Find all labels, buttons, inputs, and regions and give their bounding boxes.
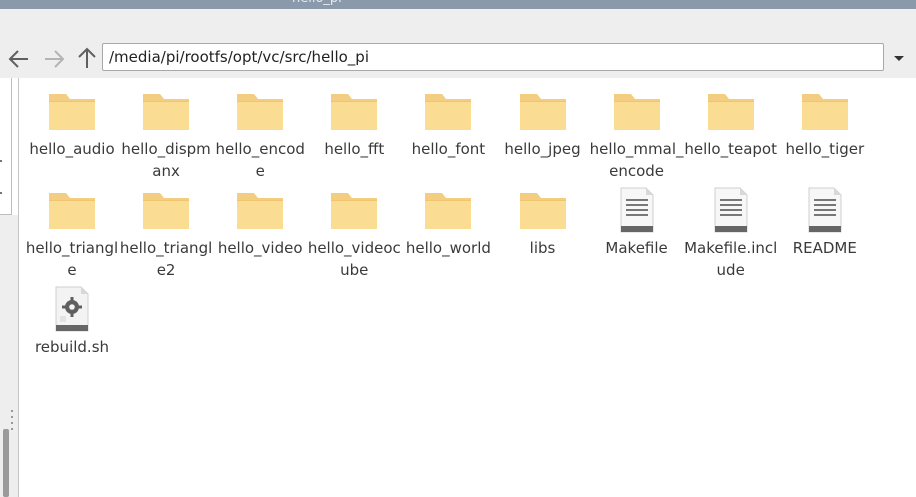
folder-item[interactable]: hello_font [401,88,495,160]
arrow-up-icon [75,46,99,70]
item-label: hello_jpeg [504,140,581,158]
folder-item[interactable]: hello_teapot [684,88,778,160]
item-label: Makefile.include [684,239,778,279]
item-label: hello_encode [215,140,305,180]
file-item[interactable]: Makefile.include [684,187,778,281]
folder-icon [329,88,379,134]
item-label: hello_world [405,239,491,257]
file-view[interactable]: hello_audio hello_dispmanx hello_encode hel… [18,78,916,497]
folder-item[interactable]: hello_videocube [307,187,401,281]
side-pane-marker [0,160,2,162]
side-pane[interactable] [0,78,12,215]
script-file-icon [47,286,97,332]
folder-item[interactable]: hello_fft [307,88,401,160]
folder-icon [47,187,97,233]
item-label: Makefile [605,239,668,257]
forward-button[interactable] [42,47,66,71]
folder-item[interactable]: hello_triangle2 [119,187,213,281]
folder-icon [423,88,473,134]
folder-icon [423,187,473,233]
folder-icon [47,88,97,134]
text-file-icon [612,187,662,233]
location-path-input[interactable] [102,43,884,71]
item-label: hello_tiger [785,140,865,158]
file-item[interactable]: README [778,187,872,259]
file-item[interactable]: rebuild.sh [25,286,119,358]
folder-item[interactable]: libs [496,187,590,259]
text-file-icon [800,187,850,233]
path-history-dropdown[interactable] [890,49,908,67]
item-label: hello_font [411,140,486,158]
side-pane-marker [0,192,2,194]
folder-item[interactable]: hello_encode [213,88,307,182]
folder-icon [141,88,191,134]
folder-icon [612,88,662,134]
folder-item[interactable]: hello_triangle [25,187,119,281]
item-label: hello_mmal_encode [589,140,684,180]
folder-icon [518,187,568,233]
window-titlebar: hello_pi [0,0,916,9]
arrow-left-icon [7,47,31,71]
folder-item[interactable]: hello_tiger [778,88,872,160]
item-label: hello_fft [324,140,385,158]
caret-down-icon [890,52,908,71]
item-label: hello_audio [29,140,115,158]
folder-item[interactable]: hello_audio [25,88,119,160]
up-button[interactable] [75,46,99,70]
item-label: README [792,239,857,257]
folder-item[interactable]: hello_jpeg [496,88,590,160]
item-label: hello_videocube [307,239,401,279]
folder-item[interactable]: hello_mmal_encode [590,88,684,182]
folder-item[interactable]: hello_dispmanx [119,88,213,182]
arrow-right-icon [42,47,66,71]
item-label: hello_triangle [25,239,119,279]
window-title: hello_pi [292,0,342,7]
item-label: libs [529,239,556,257]
folder-icon [329,187,379,233]
item-label: hello_triangle2 [119,239,213,279]
item-label: hello_teapot [684,140,777,158]
item-label: hello_video [217,239,303,257]
folder-icon [518,88,568,134]
back-button[interactable] [7,47,31,71]
folder-icon [235,187,285,233]
toolbar [0,9,916,78]
folder-icon [141,187,191,233]
side-pane-scrollbar[interactable] [3,429,9,497]
folder-item[interactable]: hello_video [213,187,307,259]
text-file-icon [706,187,756,233]
file-item[interactable]: Makefile [590,187,684,259]
folder-item[interactable]: hello_world [401,187,495,259]
folder-icon [800,88,850,134]
item-label: hello_dispmanx [121,140,211,180]
pane-splitter-handle[interactable] [11,410,14,436]
folder-icon [235,88,285,134]
item-label: rebuild.sh [34,338,110,356]
folder-icon [706,88,756,134]
